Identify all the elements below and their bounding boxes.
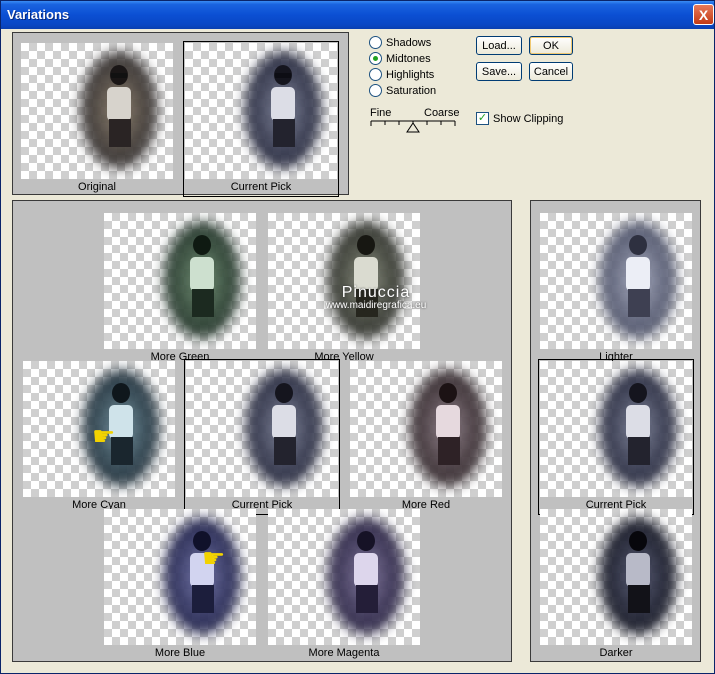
radio-midtones[interactable]: Midtones [369, 52, 431, 65]
coarse-label: Coarse [424, 107, 460, 119]
more-cyan-thumbnail[interactable]: More Cyan [22, 360, 176, 514]
checkmark-icon[interactable]: ✓ [476, 112, 489, 125]
darker-thumbnail[interactable]: Darker [539, 508, 693, 662]
load-button[interactable]: Load... [476, 36, 522, 55]
radio-circle[interactable] [369, 68, 382, 81]
more-magenta-image [268, 509, 420, 645]
original-thumbnail: Original [20, 42, 174, 196]
figure-icon [271, 65, 295, 147]
radio-label: Midtones [386, 52, 431, 65]
figure-icon [354, 235, 378, 317]
more-blue-label: More Blue [154, 647, 206, 659]
more-blue-image [104, 509, 256, 645]
cancel-button[interactable]: Cancel [529, 62, 573, 81]
radio-circle[interactable] [369, 36, 382, 49]
radio-highlights[interactable]: Highlights [369, 68, 434, 81]
radio-shadows[interactable]: Shadows [369, 36, 431, 49]
brightness-panel: Lighter Current Pick Darker [530, 200, 701, 662]
figure-icon [626, 531, 650, 613]
current-pick-image [185, 43, 337, 179]
figure-icon [109, 383, 133, 465]
ok-button[interactable]: OK [529, 36, 573, 55]
variations-dialog: Variations X Original Current Pick Shado… [0, 0, 715, 674]
lighter-image [540, 213, 692, 349]
more-cyan-image [23, 361, 175, 497]
current-pick-label: Current Pick [230, 181, 292, 193]
more-red-image [350, 361, 502, 497]
brightness-current-pick-image [540, 361, 692, 497]
figure-icon [436, 383, 460, 465]
save-button[interactable]: Save... [476, 62, 522, 81]
figure-icon [107, 65, 131, 147]
more-yellow-thumbnail[interactable]: More Yellow [267, 212, 421, 366]
brightness-current-pick-thumbnail[interactable]: Current Pick [538, 359, 694, 515]
lighter-thumbnail[interactable]: Lighter [539, 212, 693, 366]
figure-icon [190, 531, 214, 613]
show-clipping-checkbox[interactable]: ✓ Show Clipping [476, 112, 563, 125]
more-blue-thumbnail[interactable]: More Blue [103, 508, 257, 662]
slider-thumb [406, 122, 420, 133]
preview-panel: Original Current Pick [12, 32, 349, 197]
original-image [21, 43, 173, 179]
current-pick-image [186, 361, 338, 497]
darker-image [540, 509, 692, 645]
window-title: Variations [7, 7, 70, 22]
radio-circle-selected[interactable] [369, 52, 382, 65]
more-green-thumbnail[interactable]: More Green [103, 212, 257, 366]
close-button[interactable]: X [693, 4, 714, 25]
more-magenta-label: More Magenta [308, 647, 380, 659]
current-pick-thumbnail[interactable]: Current Pick [184, 359, 340, 515]
figure-icon [626, 383, 650, 465]
figure-icon [190, 235, 214, 317]
original-label: Original [78, 181, 116, 193]
more-yellow-image [268, 213, 420, 349]
darker-label: Darker [599, 647, 633, 659]
more-green-image [104, 213, 256, 349]
fine-coarse-slider[interactable] [369, 119, 459, 135]
fine-label: Fine [370, 107, 392, 119]
figure-icon [626, 235, 650, 317]
more-magenta-thumbnail[interactable]: More Magenta [267, 508, 421, 662]
current-pick-preview: Current Pick [183, 41, 339, 197]
radio-label: Shadows [386, 36, 432, 49]
radio-circle[interactable] [369, 84, 382, 97]
figure-icon [354, 531, 378, 613]
radio-saturation[interactable]: Saturation [369, 84, 436, 97]
show-clipping-label: Show Clipping [493, 112, 564, 125]
title-bar[interactable]: Variations X [1, 1, 714, 29]
radio-label: Saturation [386, 84, 437, 97]
radio-label: Highlights [386, 68, 435, 81]
figure-icon [272, 383, 296, 465]
more-red-thumbnail[interactable]: More Red [349, 360, 503, 514]
color-variations-panel: More Green More Yellow More Cyan Current… [12, 200, 512, 662]
